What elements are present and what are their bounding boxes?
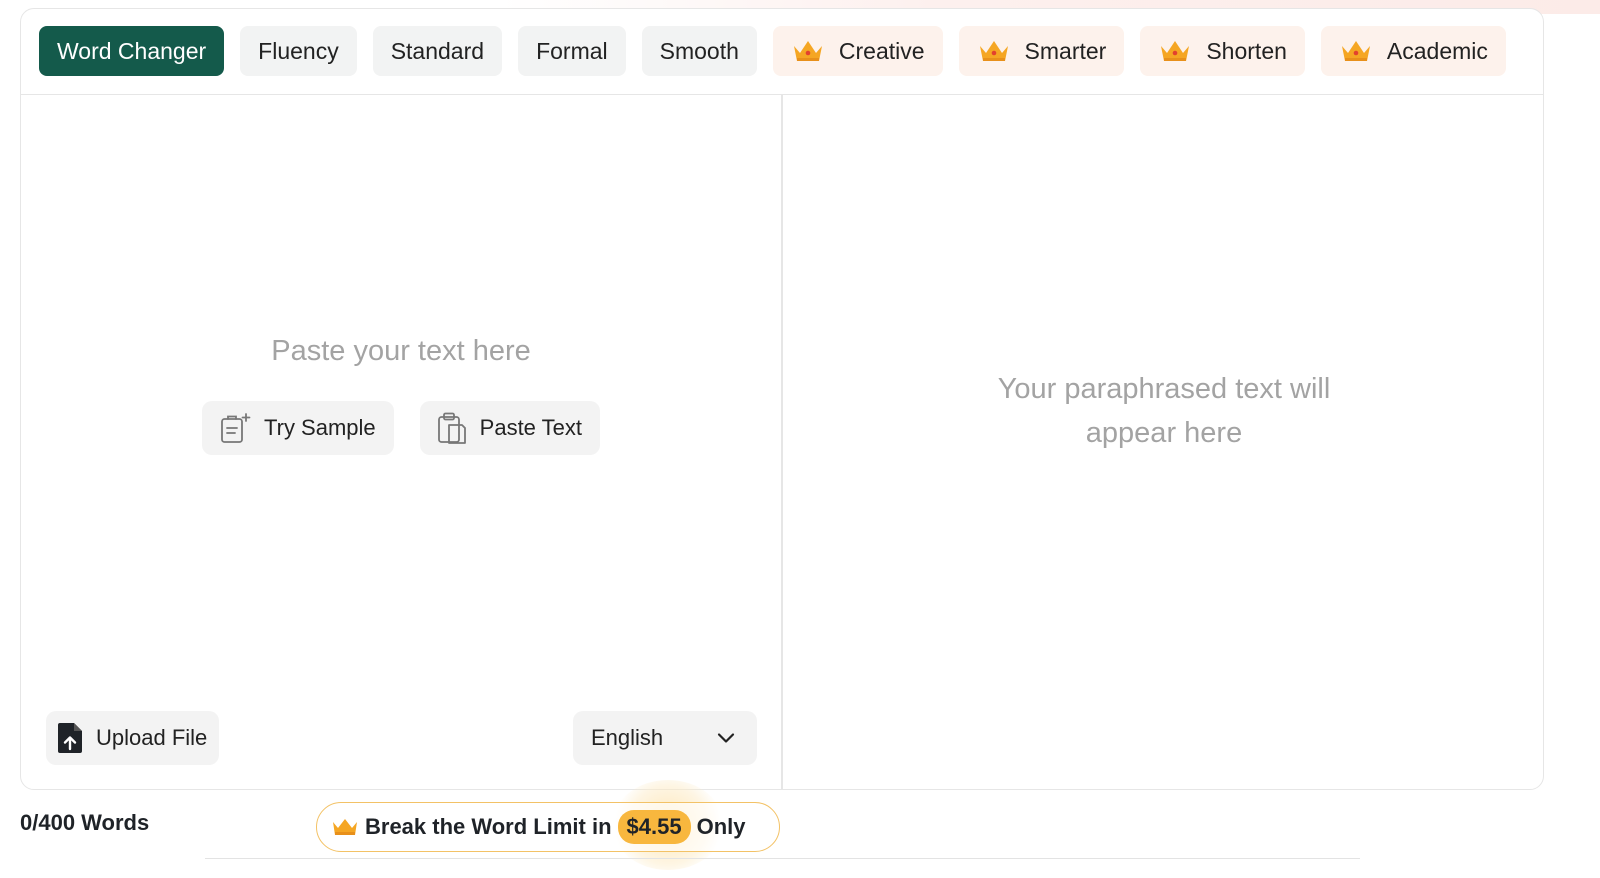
input-actions: Try Sample Paste Text xyxy=(21,401,781,455)
clipboard-sample-icon xyxy=(221,413,251,443)
file-upload-icon xyxy=(58,723,82,753)
crown-icon xyxy=(1161,41,1190,61)
try-sample-label: Try Sample xyxy=(264,415,376,440)
mode-bar: Word Changer Fluency Standard Formal Smo… xyxy=(21,9,1543,95)
paste-text-label: Paste Text xyxy=(479,415,582,440)
mode-tab-label: Formal xyxy=(536,37,608,64)
mode-tab-standard[interactable]: Standard xyxy=(372,26,503,76)
mode-tab-label: Smarter xyxy=(1024,37,1107,64)
mode-tab-smarter[interactable]: Smarter xyxy=(958,26,1125,76)
upsell-text: Break the Word Limit in xyxy=(365,814,612,839)
paste-text-button[interactable]: Paste Text xyxy=(419,401,600,455)
mode-tab-label: Word Changer xyxy=(57,37,207,64)
upload-file-button[interactable]: Upload File xyxy=(46,711,220,765)
mode-tab-formal[interactable]: Formal xyxy=(518,26,626,76)
crown-icon xyxy=(333,819,357,835)
input-placeholder[interactable]: Paste your text here xyxy=(21,335,781,368)
language-value: English xyxy=(591,725,664,750)
output-placeholder: Your paraphrased text will appear here xyxy=(783,367,1543,455)
try-sample-button[interactable]: Try Sample xyxy=(202,401,394,455)
word-count: 0/400 Words xyxy=(20,810,150,835)
upload-file-label: Upload File xyxy=(96,725,208,750)
mode-tab-word-changer[interactable]: Word Changer xyxy=(39,26,225,76)
output-placeholder-line: Your paraphrased text will xyxy=(997,373,1331,405)
mode-tab-label: Shorten xyxy=(1206,37,1287,64)
paraphraser-card: Word Changer Fluency Standard Formal Smo… xyxy=(20,8,1544,790)
upgrade-upsell-button[interactable]: Break the Word Limit in $4.55 Only xyxy=(316,802,780,852)
mode-tab-label: Fluency xyxy=(258,37,339,64)
upsell-suffix: Only xyxy=(696,814,746,839)
mode-tab-smooth[interactable]: Smooth xyxy=(641,26,757,76)
mode-tab-fluency[interactable]: Fluency xyxy=(240,26,357,76)
mode-tabs: Word Changer Fluency Standard Formal Smo… xyxy=(39,26,1543,76)
mode-tab-label: Academic xyxy=(1386,37,1488,64)
mode-tab-creative[interactable]: Creative xyxy=(772,26,943,76)
mode-tab-label: Creative xyxy=(838,37,925,64)
crown-icon xyxy=(1341,41,1370,61)
crown-icon xyxy=(793,41,822,61)
output-placeholder-line: appear here xyxy=(1085,417,1243,449)
price-badge: $4.55 xyxy=(617,810,691,844)
footer-divider xyxy=(205,858,1360,859)
mode-tab-label: Smooth xyxy=(659,37,739,64)
mode-tab-academic[interactable]: Academic xyxy=(1320,26,1506,76)
mode-tab-label: Standard xyxy=(390,37,485,64)
chevron-down-icon xyxy=(717,733,735,743)
crown-icon xyxy=(979,41,1008,61)
mode-tab-shorten[interactable]: Shorten xyxy=(1140,26,1305,76)
clipboard-paste-icon xyxy=(437,412,466,444)
language-select[interactable]: English xyxy=(573,711,757,765)
